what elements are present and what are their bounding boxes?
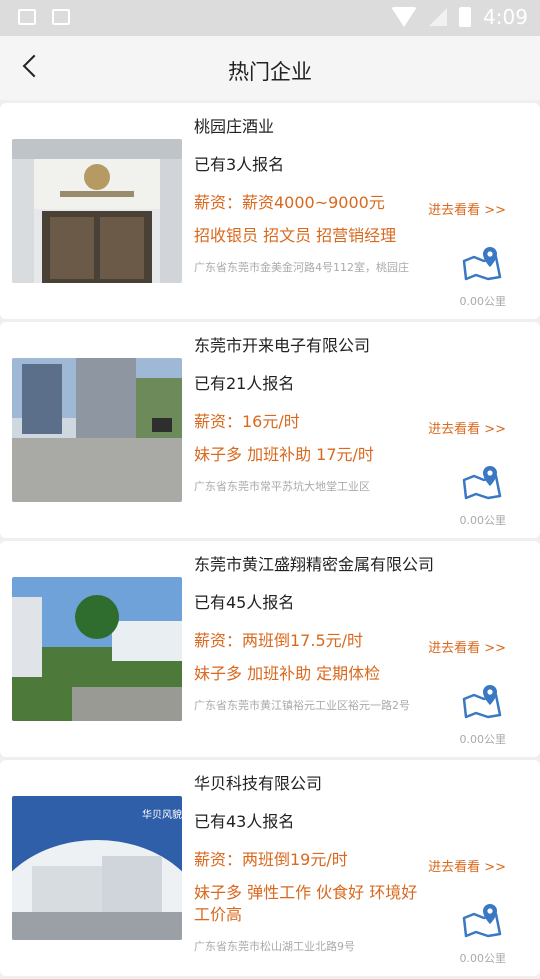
app-notification-icon xyxy=(52,9,70,25)
battery-icon xyxy=(459,7,472,27)
distance: 0.00公里 xyxy=(459,952,507,965)
job-tags: 妹子多 弹性工作 伙食好 环境好 工价高 xyxy=(194,883,418,924)
status-bar: 4:09 xyxy=(0,0,540,36)
salary: 薪资：两班倒17.5元/时 xyxy=(194,631,364,650)
company-photo xyxy=(12,577,182,721)
salary: 薪资：薪资4000~9000元 xyxy=(194,193,385,212)
page-title: 热门企业 xyxy=(228,60,312,84)
nav-bar: 热门企业 xyxy=(0,36,540,100)
job-tags: 招收银员 招文员 招营销经理 xyxy=(194,226,397,245)
company-card[interactable]: 东莞市黄江盛翔精密金属有限公司 已有45人报名 薪资：两班倒17.5元/时 妹子… xyxy=(0,541,540,757)
signup-count: 已有45人报名 xyxy=(194,593,295,612)
company-photo xyxy=(12,358,182,502)
map-pin-icon[interactable] xyxy=(462,683,502,719)
company-name: 东莞市黄江盛翔精密金属有限公司 xyxy=(194,555,435,574)
view-details-link[interactable]: 进去看看 >> xyxy=(428,418,506,437)
salary: 薪资：两班倒19元/时 xyxy=(194,850,348,869)
company-photo: 华贝风貌 xyxy=(12,796,182,940)
signup-count: 已有21人报名 xyxy=(194,374,295,393)
map-pin-icon[interactable] xyxy=(462,245,502,281)
signup-count: 已有3人报名 xyxy=(194,155,285,174)
map-pin-icon[interactable] xyxy=(462,902,502,938)
job-tags: 妹子多 加班补助 定期体检 xyxy=(194,664,381,683)
salary: 薪资：16元/时 xyxy=(194,412,300,431)
company-name: 华贝科技有限公司 xyxy=(194,774,323,793)
view-details-link[interactable]: 进去看看 >> xyxy=(428,199,506,218)
view-details-link[interactable]: 进去看看 >> xyxy=(428,856,506,875)
job-tags: 妹子多 加班补助 17元/时 xyxy=(194,445,374,464)
company-card[interactable]: 华贝风貌 华贝科技有限公司 已有43人报名 薪资：两班倒19元/时 妹子多 弹性… xyxy=(0,760,540,976)
company-address: 广东省东莞市松山湖工业北路9号 xyxy=(194,940,355,953)
distance: 0.00公里 xyxy=(459,295,507,308)
company-name: 东莞市开来电子有限公司 xyxy=(194,336,371,355)
company-address: 广东省东莞市金美金河路4号112室，桃园庄 xyxy=(194,261,409,274)
company-address: 广东省东莞市黄江镇裕元工业区裕元一路2号 xyxy=(194,699,410,712)
image-caption: 华贝风貌 xyxy=(142,808,182,821)
distance: 0.00公里 xyxy=(459,733,507,746)
company-photo xyxy=(12,139,182,283)
signal-icon xyxy=(429,8,448,26)
signup-count: 已有43人报名 xyxy=(194,812,295,831)
company-list: 桃园庄酒业 已有3人报名 薪资：薪资4000~9000元 招收银员 招文员 招营… xyxy=(0,100,540,979)
image-notification-icon xyxy=(18,9,36,25)
wifi-icon xyxy=(391,7,418,27)
map-pin-icon[interactable] xyxy=(462,464,502,500)
company-name: 桃园庄酒业 xyxy=(194,117,275,136)
company-address: 广东省东莞市常平苏坑大地堂工业区 xyxy=(194,480,370,493)
clock: 4:09 xyxy=(483,5,528,29)
company-card[interactable]: 东莞市开来电子有限公司 已有21人报名 薪资：16元/时 妹子多 加班补助 17… xyxy=(0,322,540,538)
distance: 0.00公里 xyxy=(459,514,507,527)
company-card[interactable]: 桃园庄酒业 已有3人报名 薪资：薪资4000~9000元 招收银员 招文员 招营… xyxy=(0,103,540,319)
view-details-link[interactable]: 进去看看 >> xyxy=(428,637,506,656)
